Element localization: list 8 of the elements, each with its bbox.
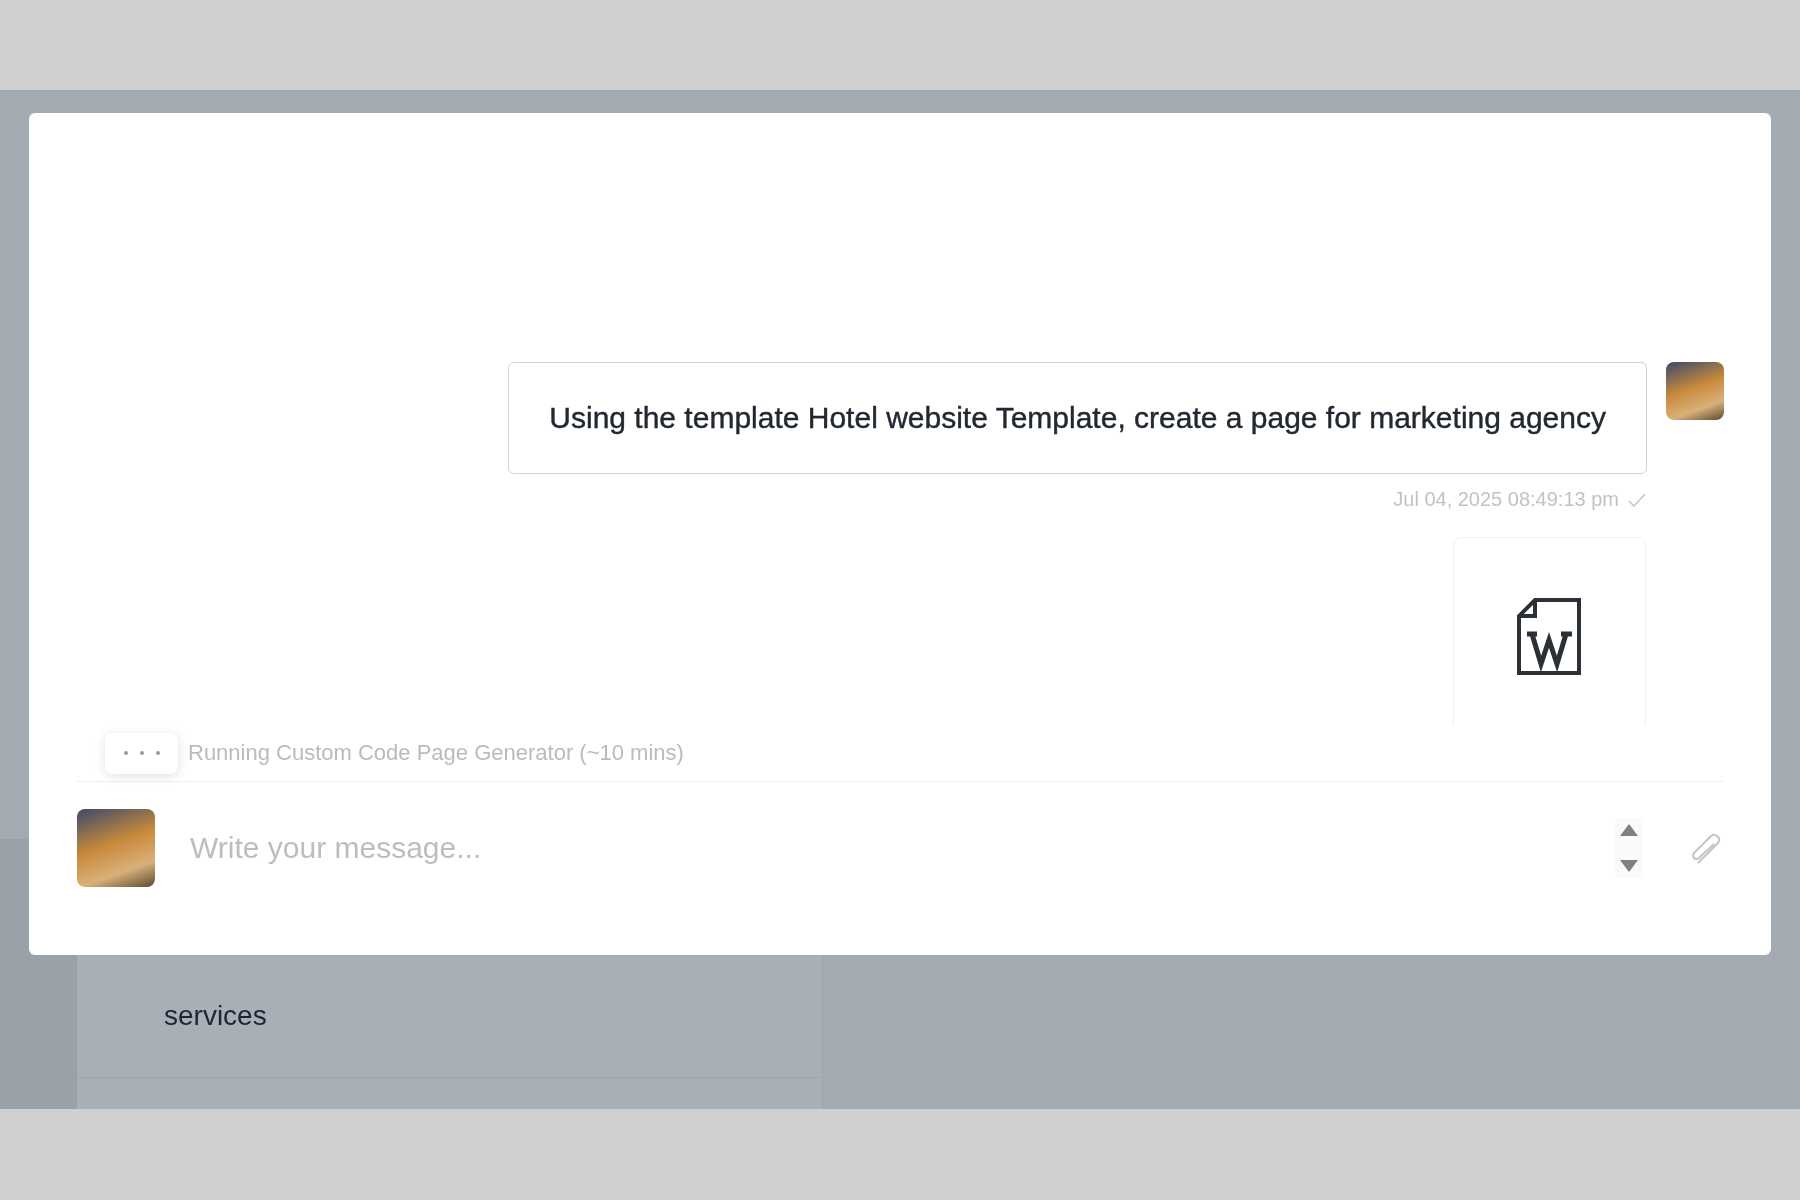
file-attachment-card[interactable] [1453,537,1646,725]
down-arrow-icon[interactable] [1619,858,1639,874]
status-text: Running Custom Code Page Generator (~10 mins) [188,740,684,766]
message-timestamp: Jul 04, 2025 08:49:13 pm [1393,488,1619,511]
up-arrow-icon[interactable] [1619,822,1639,838]
avatar [1666,362,1724,420]
message-bubble: Using the template Hotel website Template, create a page for marketing agency [508,362,1647,474]
word-document-icon [1517,598,1582,676]
